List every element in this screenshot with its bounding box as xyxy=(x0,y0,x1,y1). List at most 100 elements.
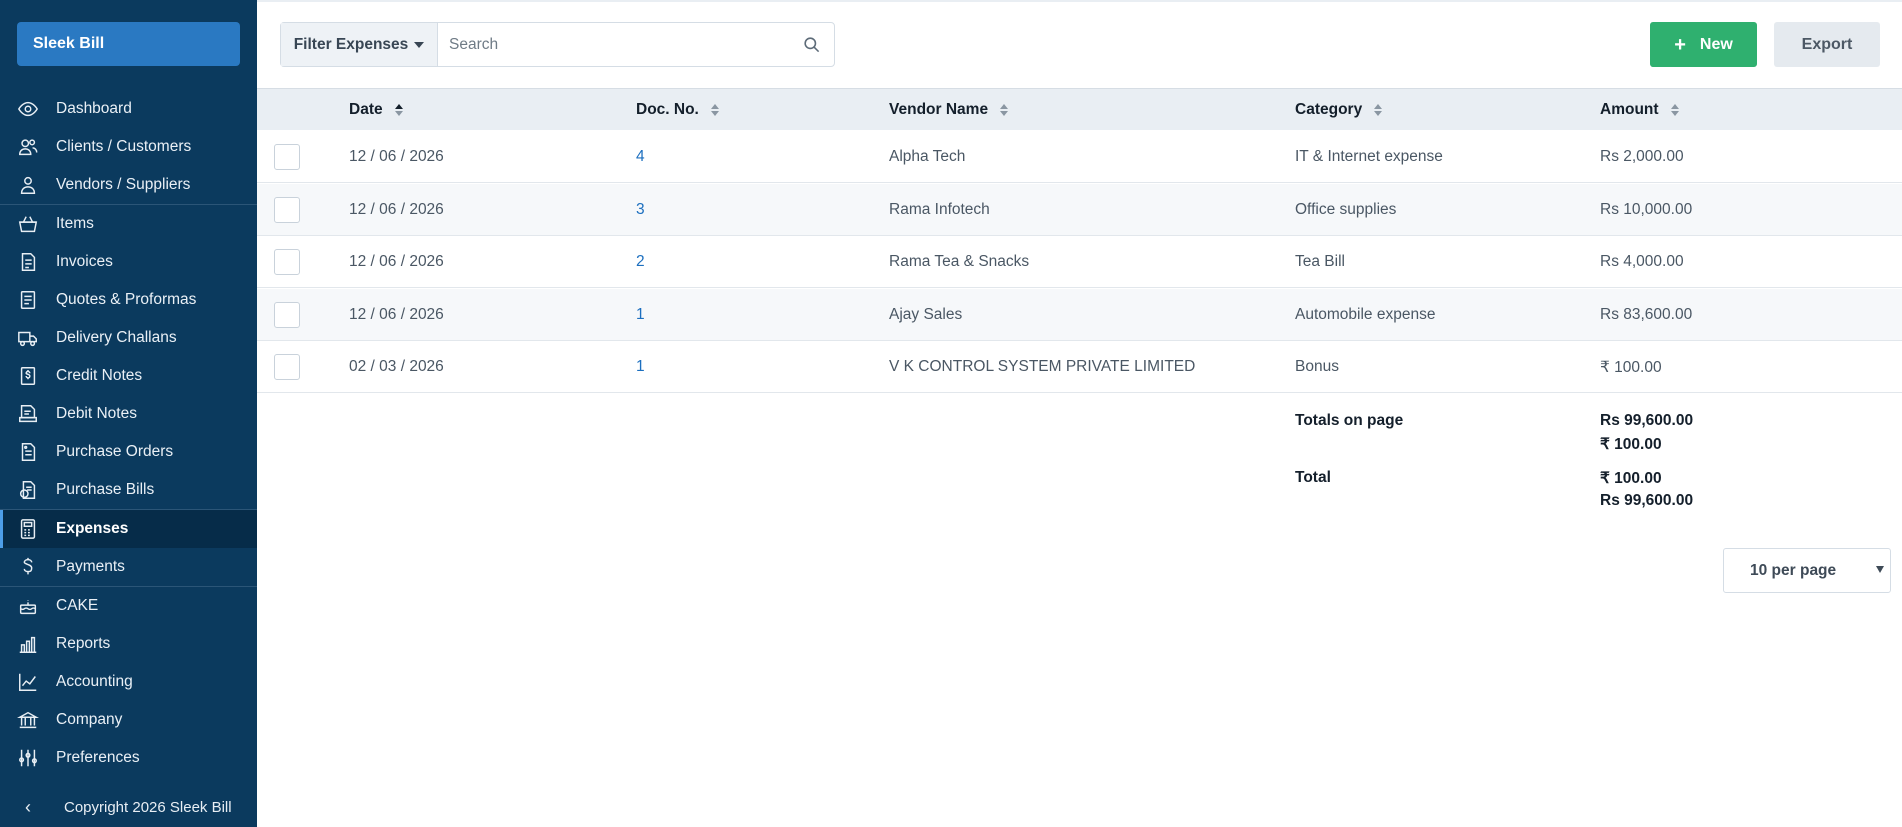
sidebar-item-label: CAKE xyxy=(56,597,99,614)
dropdown-arrow-icon xyxy=(1876,566,1884,573)
cell-vendor: Alpha Tech xyxy=(889,148,966,165)
cell-amount: ₹ 100.00 xyxy=(1600,358,1662,376)
row-checkbox[interactable] xyxy=(274,249,300,275)
sidebar-item-label: Credit Notes xyxy=(56,367,143,384)
sidebar-item-purchase-orders[interactable]: Purchase Orders xyxy=(0,433,257,471)
column-header-amount[interactable]: Amount xyxy=(1600,89,1679,131)
copyright-text: Copyright 2026 Sleek Bill xyxy=(64,798,232,816)
table-row[interactable]: 12 / 06 / 2026 2 Rama Tea & Snacks Tea B… xyxy=(257,236,1902,288)
sidebar-item-invoices[interactable]: Invoices xyxy=(0,243,257,281)
sidebar-item-accounting[interactable]: Accounting xyxy=(0,663,257,701)
row-checkbox[interactable] xyxy=(274,354,300,380)
row-checkbox[interactable] xyxy=(274,302,300,328)
sidebar-item-label: Debit Notes xyxy=(56,405,137,422)
cell-doc-link[interactable]: 2 xyxy=(636,236,645,288)
bar-chart-icon xyxy=(16,632,40,656)
bill-icon xyxy=(16,478,40,502)
dollar-document-icon xyxy=(16,364,40,388)
column-header-date[interactable]: Date xyxy=(349,89,403,131)
eye-icon xyxy=(16,97,40,121)
cell-amount: Rs 4,000.00 xyxy=(1600,253,1684,270)
table-row[interactable]: 12 / 06 / 2026 3 Rama Infotech Office su… xyxy=(257,184,1902,236)
sidebar-item-vendors[interactable]: Vendors / Suppliers xyxy=(0,166,257,204)
dollar-icon xyxy=(16,555,40,579)
sidebar-item-payments[interactable]: Payments xyxy=(0,548,257,586)
sidebar-item-delivery-challans[interactable]: Delivery Challans xyxy=(0,319,257,357)
total-value: ₹ 100.00 xyxy=(1600,470,1662,487)
cell-date: 02 / 03 / 2026 xyxy=(349,358,444,375)
sidebar-item-cake[interactable]: CAKE xyxy=(0,587,257,625)
cell-amount: Rs 2,000.00 xyxy=(1600,148,1684,165)
sidebar-item-quotes[interactable]: Quotes & Proformas xyxy=(0,281,257,319)
sidebar-item-purchase-bills[interactable]: Purchase Bills xyxy=(0,471,257,509)
sort-icon xyxy=(1670,104,1679,116)
bank-icon xyxy=(16,708,40,732)
sidebar-item-reports[interactable]: Reports xyxy=(0,625,257,663)
table-row[interactable]: 12 / 06 / 2026 4 Alpha Tech IT & Interne… xyxy=(257,131,1902,183)
sidebar-item-items[interactable]: Items xyxy=(0,205,257,243)
sidebar-item-label: Dashboard xyxy=(56,100,132,117)
table-row[interactable]: 12 / 06 / 2026 1 Ajay Sales Automobile e… xyxy=(257,289,1902,341)
per-page-value: 10 per page xyxy=(1750,561,1837,579)
sidebar-item-expenses[interactable]: Expenses xyxy=(0,510,257,548)
column-label: Date xyxy=(349,101,383,118)
filter-expenses-button[interactable]: Filter Expenses xyxy=(281,23,438,66)
export-button-label: Export xyxy=(1801,35,1853,53)
sidebar-item-dashboard[interactable]: Dashboard xyxy=(0,90,257,128)
filter-search-group: Filter Expenses xyxy=(280,22,835,67)
search-input[interactable] xyxy=(438,23,788,66)
brand-logo[interactable]: Sleek Bill xyxy=(17,22,240,66)
chevron-left-icon[interactable]: ‹ xyxy=(16,797,40,818)
cake-icon xyxy=(16,594,40,618)
column-header-vendor-name[interactable]: Vendor Name xyxy=(889,89,1009,131)
sidebar-item-debit-notes[interactable]: Debit Notes xyxy=(0,395,257,433)
sidebar-item-company[interactable]: Company xyxy=(0,701,257,739)
sidebar-item-preferences[interactable]: Preferences xyxy=(0,739,257,777)
new-expense-button[interactable]: + New xyxy=(1650,22,1757,67)
column-header-doc-no[interactable]: Doc. No. xyxy=(636,89,719,131)
row-checkbox[interactable] xyxy=(274,197,300,223)
basket-icon xyxy=(16,212,40,236)
cell-category: IT & Internet expense xyxy=(1295,148,1443,165)
total-label: Total xyxy=(1295,469,1331,486)
sort-icon xyxy=(1374,104,1383,116)
export-button[interactable]: Export xyxy=(1774,22,1880,67)
sidebar-item-credit-notes[interactable]: Credit Notes xyxy=(0,357,257,395)
cell-date: 12 / 06 / 2026 xyxy=(349,253,444,270)
totals-on-page-label: Totals on page xyxy=(1295,412,1404,429)
search-icon[interactable] xyxy=(788,23,834,66)
cell-vendor: V K CONTROL SYSTEM PRIVATE LIMITED xyxy=(889,358,1196,375)
column-label: Doc. No. xyxy=(636,101,699,118)
sort-icon xyxy=(710,104,719,116)
column-label: Category xyxy=(1295,101,1363,118)
sort-icon xyxy=(1000,104,1009,116)
sidebar-footer: ‹ Copyright 2026 Sleek Bill xyxy=(0,787,257,827)
sidebar-item-label: Vendors / Suppliers xyxy=(56,176,191,193)
sidebar-item-label: Quotes & Proformas xyxy=(56,291,197,308)
caret-down-icon xyxy=(414,41,425,48)
document-icon xyxy=(16,288,40,312)
cell-doc-link[interactable]: 3 xyxy=(636,184,645,236)
total-value: Rs 99,600.00 xyxy=(1600,492,1694,509)
cell-doc-link[interactable]: 4 xyxy=(636,131,645,183)
per-page-select[interactable]: 10 per page xyxy=(1723,548,1891,593)
cell-vendor: Rama Tea & Snacks xyxy=(889,253,1030,270)
cell-doc-link[interactable]: 1 xyxy=(636,341,645,393)
column-header-category[interactable]: Category xyxy=(1295,89,1383,131)
new-button-label: New xyxy=(1699,35,1733,53)
sidebar-item-label: Purchase Bills xyxy=(56,481,155,498)
sidebar-item-label: Payments xyxy=(56,558,125,575)
column-label: Vendor Name xyxy=(889,101,989,118)
sidebar-item-clients[interactable]: Clients / Customers xyxy=(0,128,257,166)
totals-on-page-value: Rs 99,600.00 xyxy=(1600,412,1694,429)
sort-icon xyxy=(394,104,403,116)
table-row[interactable]: 02 / 03 / 2026 1 V K CONTROL SYSTEM PRIV… xyxy=(257,341,1902,393)
sidebar-item-label: Company xyxy=(56,711,123,728)
row-checkbox[interactable] xyxy=(274,144,300,170)
cell-date: 12 / 06 / 2026 xyxy=(349,306,444,323)
plus-icon: + xyxy=(1674,33,1686,56)
column-label: Amount xyxy=(1600,101,1659,118)
calculator-icon xyxy=(16,517,40,541)
cell-doc-link[interactable]: 1 xyxy=(636,289,645,341)
cell-vendor: Rama Infotech xyxy=(889,201,990,218)
